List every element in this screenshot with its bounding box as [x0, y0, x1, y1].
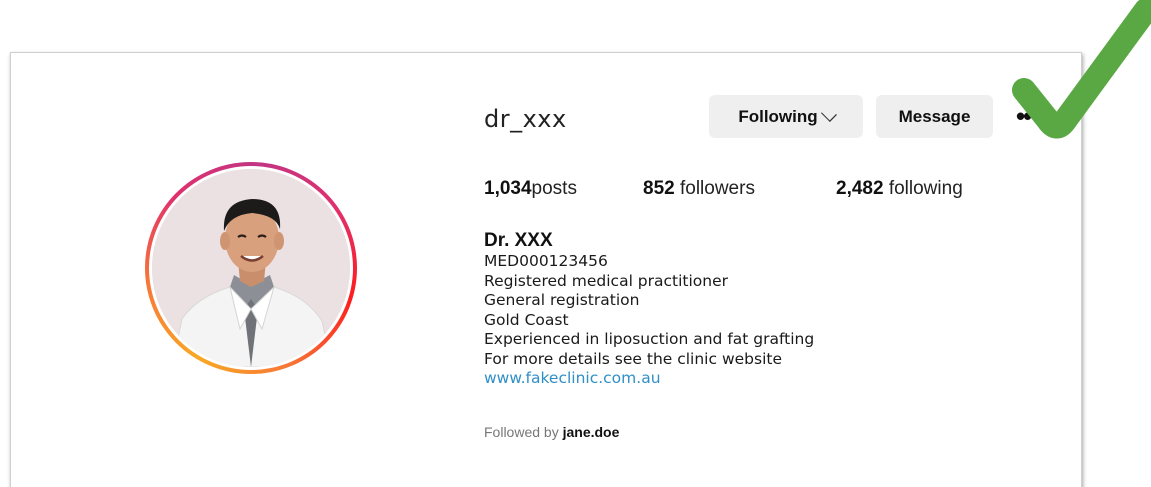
green-checkmark-icon [1012, 0, 1151, 139]
bio-line: MED000123456 [484, 252, 608, 270]
bio-line: Gold Coast [484, 310, 569, 329]
following-button[interactable]: Following [709, 95, 863, 138]
profile-bio: Dr. XXX MED000123456 Registered medical … [484, 230, 814, 389]
avatar-story-ring[interactable] [145, 162, 357, 374]
following-label: following [888, 178, 963, 199]
profile-username: dr_xxx [484, 105, 567, 133]
followers-count: 852 [643, 178, 675, 199]
bio-line: General registration [484, 291, 640, 309]
bio-line: For more details see the clinic website [484, 349, 782, 368]
followed-by-prefix: Followed by [484, 424, 559, 440]
avatar [152, 169, 350, 367]
chevron-down-icon [820, 105, 837, 122]
following-button-label: Following [738, 106, 818, 126]
stat-followers[interactable]: 852 followers [643, 178, 755, 200]
bio-line: Registered medical practitioner [484, 271, 729, 290]
bio-website-link[interactable]: www.fakeclinic.com.au [484, 369, 814, 389]
posts-label: posts [531, 178, 577, 199]
stat-following[interactable]: 2,482 following [836, 178, 963, 200]
avatar-portrait-illustration [152, 169, 350, 367]
followed-by[interactable]: Followed by jane.doe [484, 424, 619, 440]
followed-by-user: jane.doe [562, 424, 620, 440]
screen: dr_xxx Following Message ••• 1,034posts … [0, 0, 1151, 487]
message-button[interactable]: Message [876, 95, 993, 138]
posts-count: 1,034 [484, 178, 532, 199]
following-count: 2,482 [836, 178, 884, 199]
followers-label: followers [679, 178, 755, 199]
avatar-ring-gap [149, 166, 353, 370]
bio-display-name: Dr. XXX [484, 230, 553, 251]
stat-posts: 1,034posts [484, 178, 577, 200]
bio-line: Experienced in liposuction and fat graft… [484, 330, 815, 348]
message-button-label: Message [898, 106, 971, 126]
